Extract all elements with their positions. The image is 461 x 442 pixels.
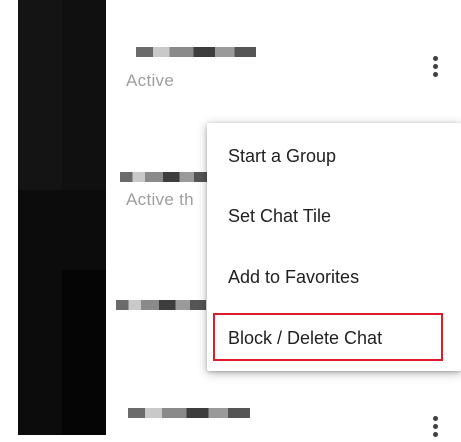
left-panel bbox=[18, 0, 106, 435]
menu-item-set-chat-tile[interactable]: Set Chat Tile bbox=[207, 191, 461, 241]
chat-status: Active bbox=[126, 71, 175, 90]
more-vertical-icon[interactable] bbox=[424, 412, 448, 442]
chat-list-item[interactable]: Active bbox=[106, 0, 461, 120]
menu-item-block-delete-chat[interactable]: Block / Delete Chat bbox=[207, 313, 461, 363]
left-panel-block bbox=[62, 270, 106, 435]
chat-list-item[interactable] bbox=[106, 380, 461, 437]
contact-name-redacted bbox=[128, 408, 250, 418]
contact-name-redacted bbox=[120, 172, 210, 182]
context-menu: Start a Group Set Chat Tile Add to Favor… bbox=[207, 123, 461, 371]
contact-name-redacted bbox=[116, 300, 206, 310]
menu-item-start-group[interactable]: Start a Group bbox=[207, 131, 461, 181]
left-panel-block bbox=[62, 0, 106, 190]
more-vertical-icon[interactable] bbox=[424, 52, 448, 82]
left-margin bbox=[0, 0, 18, 435]
chat-status: Active th bbox=[126, 190, 194, 209]
menu-item-add-to-favorites[interactable]: Add to Favorites bbox=[207, 252, 461, 302]
contact-name-redacted bbox=[136, 47, 256, 57]
